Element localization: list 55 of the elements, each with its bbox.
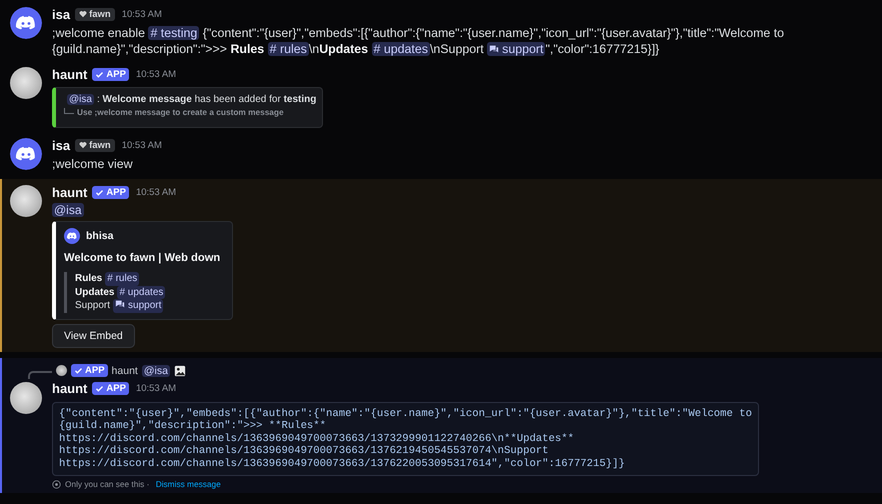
- notice-text: Only you can see this ·: [65, 479, 150, 490]
- user-mention[interactable]: @isa: [67, 94, 94, 105]
- heart-icon: [79, 141, 88, 149]
- avatar-photo[interactable]: [10, 185, 42, 217]
- timestamp: 10:53 AM: [122, 8, 162, 20]
- embed-title: Welcome to fawn | Web down: [64, 251, 220, 265]
- app-badge: APP: [92, 68, 129, 80]
- author-name[interactable]: isa: [52, 6, 70, 22]
- embed-author: bhisa: [86, 230, 114, 242]
- channel-mention[interactable]: support: [487, 42, 546, 56]
- timestamp: 10:53 AM: [136, 68, 176, 80]
- reply-author[interactable]: haunt: [112, 364, 138, 376]
- author-name[interactable]: haunt: [52, 381, 88, 396]
- author-icon: [64, 228, 80, 244]
- hint-text: Use ;welcome message to create a custom message: [77, 107, 284, 117]
- view-embed-button[interactable]: View Embed: [52, 324, 135, 348]
- timestamp: 10:53 AM: [136, 186, 176, 198]
- channel-mention[interactable]: support: [113, 299, 164, 312]
- reply-connector: [28, 370, 52, 378]
- channel-mention[interactable]: # testing: [148, 26, 200, 40]
- avatar-icon[interactable]: [10, 138, 42, 170]
- channel-mention[interactable]: # updates: [372, 42, 430, 56]
- message-text: ;welcome enable # testing {"content":"{user}","embeds":[{"author":{"name":"{user.name}","icon_url":"{user.avatar}"},"title":"Welcome to {guild.name}","description":">>> Rules # rules \nUpdates # updates \nSupport support ","color":16777215}]}: [52, 25, 786, 57]
- field-label: Rules: [75, 272, 102, 286]
- avatar-photo[interactable]: [10, 67, 42, 99]
- author-name[interactable]: isa: [52, 138, 70, 152]
- timestamp: 10:53 AM: [136, 383, 176, 394]
- app-badge: APP: [92, 382, 129, 395]
- channel-mention[interactable]: # rules: [268, 42, 309, 56]
- dismiss-link[interactable]: Dismiss message: [156, 479, 221, 490]
- forum-icon: [489, 44, 500, 54]
- avatar-icon[interactable]: [10, 7, 42, 39]
- author-name[interactable]: haunt: [52, 66, 88, 82]
- avatar-photo[interactable]: [10, 382, 42, 414]
- user-mention[interactable]: @isa: [142, 364, 170, 376]
- status-text: : Welcome message has been added for testing: [96, 94, 316, 105]
- user-mention[interactable]: @isa: [52, 203, 84, 217]
- app-badge: APP: [71, 364, 108, 377]
- branch-line-icon: [64, 108, 74, 114]
- guild-tag[interactable]: fawn: [75, 138, 115, 152]
- message-text: ;welcome view: [52, 156, 134, 172]
- image-icon: [174, 364, 186, 376]
- field-label: Support: [75, 299, 110, 312]
- timestamp: 10:53 AM: [122, 140, 162, 150]
- app-badge: APP: [92, 186, 129, 198]
- channel-mention[interactable]: # rules: [105, 272, 140, 286]
- heart-icon: [79, 10, 88, 18]
- author-name[interactable]: haunt: [52, 184, 88, 200]
- code-block: {"content":"{user}","embeds":[{"author":{"name":"{user.name}","icon_url":"{user.avatar}"},"title":"Welcome to {guild.name}","description":">>> **Rules** https://discord.com/channels/1363969049700073663/1373299901122740266\n**Updates** https://discord.com/channels/1363969049700073663/1376219450545537074\nSupport https://discord.com/channels/1363969049700073663/1376220053095317614","color":16777215}]}: [52, 402, 759, 476]
- field-label: Updates: [75, 286, 114, 299]
- forum-icon: [115, 299, 126, 309]
- eye-icon: [52, 480, 61, 489]
- channel-mention[interactable]: # updates: [117, 286, 166, 299]
- avatar-small: [56, 365, 67, 376]
- guild-tag[interactable]: fawn: [75, 8, 115, 20]
